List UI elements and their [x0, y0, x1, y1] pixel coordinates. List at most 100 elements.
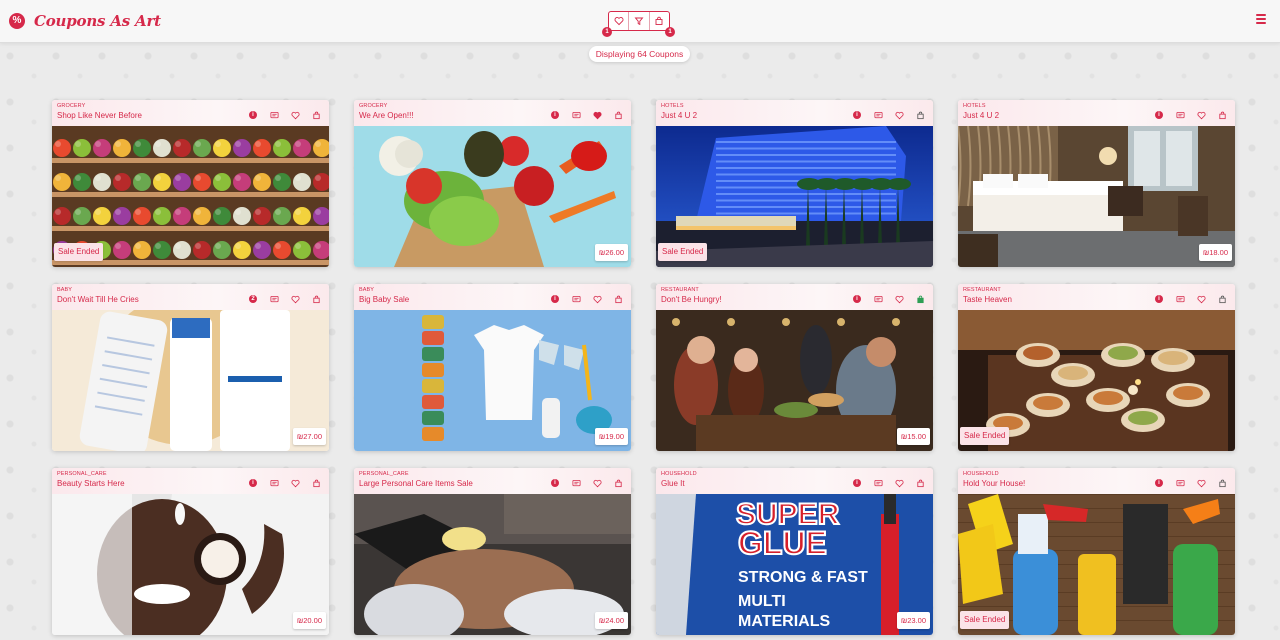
price-tag: ₪27.00: [292, 428, 326, 445]
favorites-count-badge: 1: [602, 27, 612, 37]
shopping-bag-icon: [916, 111, 924, 119]
brand-logo[interactable]: % Coupons As Art: [9, 12, 161, 30]
add-to-cart-button[interactable]: [1217, 110, 1227, 120]
favorite-button[interactable]: [592, 294, 602, 304]
add-to-cart-button[interactable]: [1217, 294, 1227, 304]
coupon-title[interactable]: Big Baby Sale: [359, 295, 409, 304]
info-button[interactable]: i: [550, 294, 560, 304]
details-button[interactable]: [571, 478, 581, 488]
favorite-button[interactable]: [1196, 110, 1206, 120]
info-button[interactable]: i: [248, 478, 258, 488]
coupon-card[interactable]: HOTELS Just 4 U 2 i Sale Ended: [656, 100, 933, 267]
coupon-card[interactable]: RESTAURANT Don't Be Hungry! i ₪15.00: [656, 284, 933, 451]
favorite-button[interactable]: [592, 110, 602, 120]
coupon-title[interactable]: Beauty Starts Here: [57, 479, 125, 488]
coupon-title[interactable]: Don't Wait Till He Cries: [57, 295, 139, 304]
info-button[interactable]: i: [1154, 478, 1164, 488]
info-button[interactable]: i: [248, 110, 258, 120]
coupon-image[interactable]: [354, 126, 631, 267]
coupon-title[interactable]: Shop Like Never Before: [57, 111, 142, 120]
coupon-title[interactable]: Hold Your House!: [963, 479, 1025, 488]
favorite-button[interactable]: [1196, 478, 1206, 488]
favorite-button[interactable]: [1196, 294, 1206, 304]
info-button[interactable]: 2: [248, 294, 258, 304]
add-to-cart-button[interactable]: [1217, 478, 1227, 488]
favorite-button[interactable]: [290, 478, 300, 488]
details-button[interactable]: [873, 478, 883, 488]
coupon-card[interactable]: PERSONAL_CARE Large Personal Care Items …: [354, 468, 631, 635]
favorite-button[interactable]: [894, 478, 904, 488]
coupon-image[interactable]: SUPER GLUE STRONG & FAST MULTI MATERIALS: [656, 494, 933, 635]
favorite-button[interactable]: [592, 478, 602, 488]
details-button[interactable]: [269, 294, 279, 304]
details-button[interactable]: [269, 110, 279, 120]
info-button[interactable]: i: [1154, 110, 1164, 120]
info-button[interactable]: i: [550, 110, 560, 120]
coupon-title[interactable]: Taste Heaven: [963, 295, 1012, 304]
coupon-category: PERSONAL_CARE: [359, 471, 409, 477]
details-button[interactable]: [571, 294, 581, 304]
svg-text:MATERIALS: MATERIALS: [738, 613, 830, 630]
hamburger-menu-icon[interactable]: [1256, 14, 1266, 26]
message-icon: [1175, 111, 1185, 118]
add-to-cart-button[interactable]: [915, 478, 925, 488]
coupon-card[interactable]: PERSONAL_CARE Beauty Starts Here i ₪20.0…: [52, 468, 329, 635]
message-icon: [873, 479, 883, 486]
add-to-cart-button[interactable]: [915, 110, 925, 120]
coupon-card[interactable]: HOTELS Just 4 U 2 i ₪18.00: [958, 100, 1235, 267]
info-button[interactable]: i: [1154, 294, 1164, 304]
info-button[interactable]: i: [852, 294, 862, 304]
details-button[interactable]: [1175, 110, 1185, 120]
coupon-title[interactable]: Don't Be Hungry!: [661, 295, 722, 304]
coupon-card[interactable]: GROCERY We Are Open!!! i ₪26.00: [354, 100, 631, 267]
info-button[interactable]: i: [852, 110, 862, 120]
add-to-cart-button[interactable]: [311, 294, 321, 304]
message-icon: [571, 111, 581, 118]
add-to-cart-button[interactable]: [915, 294, 925, 304]
top-bar: % Coupons As Art 1 1: [0, 0, 1280, 43]
coupon-header: PERSONAL_CARE Large Personal Care Items …: [354, 468, 631, 494]
shopping-bag-icon: [916, 479, 924, 487]
coupon-header: RESTAURANT Don't Be Hungry! i: [656, 284, 933, 310]
details-button[interactable]: [873, 110, 883, 120]
details-button[interactable]: [873, 294, 883, 304]
coupon-card[interactable]: RESTAURANT Taste Heaven i Sale Ended: [958, 284, 1235, 451]
coupon-image[interactable]: [354, 310, 631, 451]
coupon-title[interactable]: Just 4 U 2: [661, 111, 697, 120]
add-to-cart-button[interactable]: [613, 294, 623, 304]
favorites-filter-button[interactable]: [609, 12, 630, 30]
add-to-cart-button[interactable]: [311, 110, 321, 120]
add-to-cart-button[interactable]: [311, 478, 321, 488]
coupon-title[interactable]: Just 4 U 2: [963, 111, 999, 120]
add-to-cart-button[interactable]: [613, 110, 623, 120]
coupon-image[interactable]: [52, 310, 329, 451]
coupon-image[interactable]: [656, 310, 933, 451]
coupon-title[interactable]: We Are Open!!!: [359, 111, 414, 120]
favorite-button[interactable]: [290, 294, 300, 304]
coupon-card[interactable]: HOUSEHOLD Glue It i SUPER GLUE STRONG & FA…: [656, 468, 933, 635]
coupon-actions: i: [550, 294, 623, 304]
coupon-image[interactable]: [958, 126, 1235, 267]
coupon-image[interactable]: [52, 494, 329, 635]
add-to-cart-button[interactable]: [613, 478, 623, 488]
percent-icon: %: [9, 13, 25, 29]
coupon-title[interactable]: Glue It: [661, 479, 685, 488]
favorite-button[interactable]: [894, 110, 904, 120]
coupon-card[interactable]: GROCERY Shop Like Never Before i Sale En…: [52, 100, 329, 267]
coupon-card[interactable]: HOUSEHOLD Hold Your House! i Sale Ended: [958, 468, 1235, 635]
details-button[interactable]: [1175, 294, 1185, 304]
favorite-button[interactable]: [290, 110, 300, 120]
coupon-card[interactable]: BABY Big Baby Sale i ₪19.00: [354, 284, 631, 451]
shopping-bag-icon: [614, 479, 622, 487]
favorite-button[interactable]: [894, 294, 904, 304]
details-button[interactable]: [269, 478, 279, 488]
details-button[interactable]: [1175, 478, 1185, 488]
coupon-title[interactable]: Large Personal Care Items Sale: [359, 479, 473, 488]
details-button[interactable]: [571, 110, 581, 120]
price-tag: ₪15.00: [896, 428, 930, 445]
coupon-image[interactable]: [354, 494, 631, 635]
coupon-card[interactable]: BABY Don't Wait Till He Cries 2 ₪27.00: [52, 284, 329, 451]
info-button[interactable]: i: [852, 478, 862, 488]
info-button[interactable]: i: [550, 478, 560, 488]
funnel-filter-button[interactable]: [629, 12, 650, 30]
